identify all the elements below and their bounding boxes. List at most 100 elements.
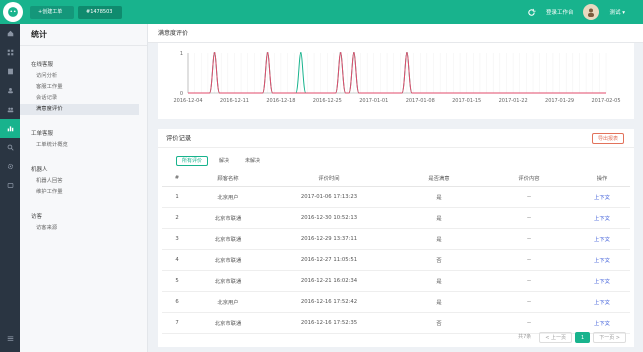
sidebar-item-visit-analysis[interactable]: 访问分析 [20,71,139,82]
y-tick-label: 0 [180,91,183,97]
pagination-prev[interactable]: < 上一页 [539,332,573,343]
row-customer: 北京市联通 [192,270,264,292]
user-menu[interactable]: 测试 ▾ [609,8,625,16]
x-tick-label: 2017-01-15 [452,98,481,104]
sidebar-item-agent-workload[interactable]: 客服工作量 [20,82,139,93]
series-point [406,52,408,54]
tab-ticket-number[interactable]: #1478503 [78,6,122,19]
y-tick-label: 1 [180,51,183,57]
sidebar-group-ticket-service: 工单客服 [31,131,54,137]
icon-rail [0,24,20,352]
row-context-link[interactable]: 上下文 [574,249,630,271]
page-title: 满意度评价 [148,24,643,43]
satisfaction-chart-card: 1 0 2016-12-04 2016-12-11 2016-12-18 2016-12-… [158,43,634,119]
row-time: 2016-12-16 17:52:42 [264,291,394,313]
records-card: 评价记录 导出报表 所有评价 解决 未解决 # 顾客名称 评价时间 是否满意 评… [158,129,634,347]
table-row: 4 北京市联通 2016-12-27 11:05:51 否 -- 上下文 [162,249,630,271]
table-row: 6 北京用户 2016-12-16 17:52:42 是 -- 上下文 [162,291,630,313]
stats-icon[interactable] [0,119,20,138]
series-line-1 [188,52,606,94]
search-icon[interactable] [0,138,20,157]
records-title: 评价记录 [166,135,192,142]
x-tick-label: 2016-12-18 [266,98,295,104]
grid-icon[interactable] [0,43,20,62]
sidebar-item-ticket-overview[interactable]: 工单统计概览 [20,140,139,151]
row-satisfied: 是 [394,270,484,292]
menu-icon[interactable] [0,329,20,348]
row-index: 2 [162,207,192,229]
logo-icon [8,7,18,17]
app-logo[interactable] [3,2,23,22]
series-point [299,52,302,54]
table-row: 3 北京市联通 2016-12-29 13:37:11 是 -- 上下文 [162,228,630,250]
table-row: 7 北京市联通 2016-12-16 17:52:35 否 -- 上下文 [162,312,630,334]
col-content: 评价内容 [484,171,574,187]
row-index: 3 [162,228,192,250]
series-point [213,52,216,54]
row-customer: 北京用户 [192,291,264,313]
row-customer: 北京市联通 [192,228,264,250]
row-satisfied: 是 [394,228,484,250]
home-icon[interactable] [0,24,20,43]
refresh-icon[interactable] [527,8,536,17]
row-customer: 北京市联通 [192,312,264,334]
export-button[interactable]: 导出报表 [592,133,624,144]
row-context-link[interactable]: 上下文 [574,312,630,334]
pagination-total: 共7条 [518,334,532,340]
series-point [266,52,269,54]
ticket-icon[interactable] [0,62,20,81]
satisfaction-chart: 1 02016-12-04 2016-12-11 2016-12-18 2016-12-… [173,51,620,104]
plugin-icon[interactable] [0,176,20,195]
series-line-0 [188,52,606,94]
filter-unresolved[interactable]: 未解决 [240,156,265,166]
row-context-link[interactable]: 上下文 [574,270,630,292]
team-icon[interactable] [0,100,20,119]
x-tick-label: 2016-12-04 [173,98,202,104]
row-content: -- [484,186,574,208]
row-index: 5 [162,270,192,292]
table-row: 2 北京市联通 2016-12-30 10:52:13 是 -- 上下文 [162,207,630,229]
row-customer: 北京市联通 [192,249,264,271]
filter-all[interactable]: 所有评价 [176,156,209,166]
row-content: -- [484,270,574,292]
records-table: # 顾客名称 评价时间 是否满意 评价内容 操作 1 北京用户 2017-01-06… [162,171,630,334]
sidebar-item-satisfaction[interactable]: 满意度评价 [20,104,139,115]
row-index: 7 [162,312,192,334]
row-content: -- [484,228,574,250]
gear-icon[interactable] [0,157,20,176]
pagination-next[interactable]: 下一页 > [593,332,626,343]
stats-sidebar: 统计 在线客服 访问分析 客服工作量 会话记录 满意度评价 工单客服 工单统计概… [20,24,148,352]
row-context-link[interactable]: 上下文 [574,291,630,313]
sidebar-item-visitor-source[interactable]: 访客来源 [20,223,139,234]
tab-create-ticket[interactable]: +创建工单 [30,6,74,19]
pagination-current[interactable]: 1 [575,332,591,343]
x-tick-label: 2017-01-08 [406,98,435,104]
row-context-link[interactable]: 上下文 [574,186,630,208]
row-time: 2016-12-30 10:52:13 [264,207,394,229]
row-content: -- [484,207,574,229]
row-satisfied: 是 [394,207,484,229]
filter-resolved[interactable]: 解决 [214,156,234,166]
table-row: 5 北京市联通 2016-12-21 16:02:34 是 -- 上下文 [162,270,630,292]
workspace-link[interactable]: 登录工作台 [546,8,574,16]
sidebar-item-session-records[interactable]: 会话记录 [20,93,139,104]
x-tick-label: 2017-01-29 [545,98,574,104]
sidebar-item-maintenance[interactable]: 维护工作量 [20,187,139,198]
row-index: 1 [162,186,192,208]
row-time: 2017-01-06 17:13:23 [264,186,394,208]
series-point [352,52,355,54]
row-context-link[interactable]: 上下文 [574,228,630,250]
row-index: 6 [162,291,192,313]
sidebar-group-online-service: 在线客服 [31,62,54,68]
row-context-link[interactable]: 上下文 [574,207,630,229]
contacts-icon[interactable] [0,81,20,100]
row-customer: 北京市联通 [192,207,264,229]
sidebar-group-visitors: 访客 [31,214,43,220]
row-time: 2016-12-21 16:02:34 [264,270,394,292]
row-index: 4 [162,249,192,271]
avatar[interactable] [583,4,600,20]
row-satisfied: 否 [394,312,484,334]
main-content: 满意度评价 1 0 2016-12-04 2016-12-11 2016-12-18 20… [148,24,643,352]
sidebar-item-robot-answers[interactable]: 机器人回答 [20,176,139,187]
col-action: 操作 [574,171,630,187]
